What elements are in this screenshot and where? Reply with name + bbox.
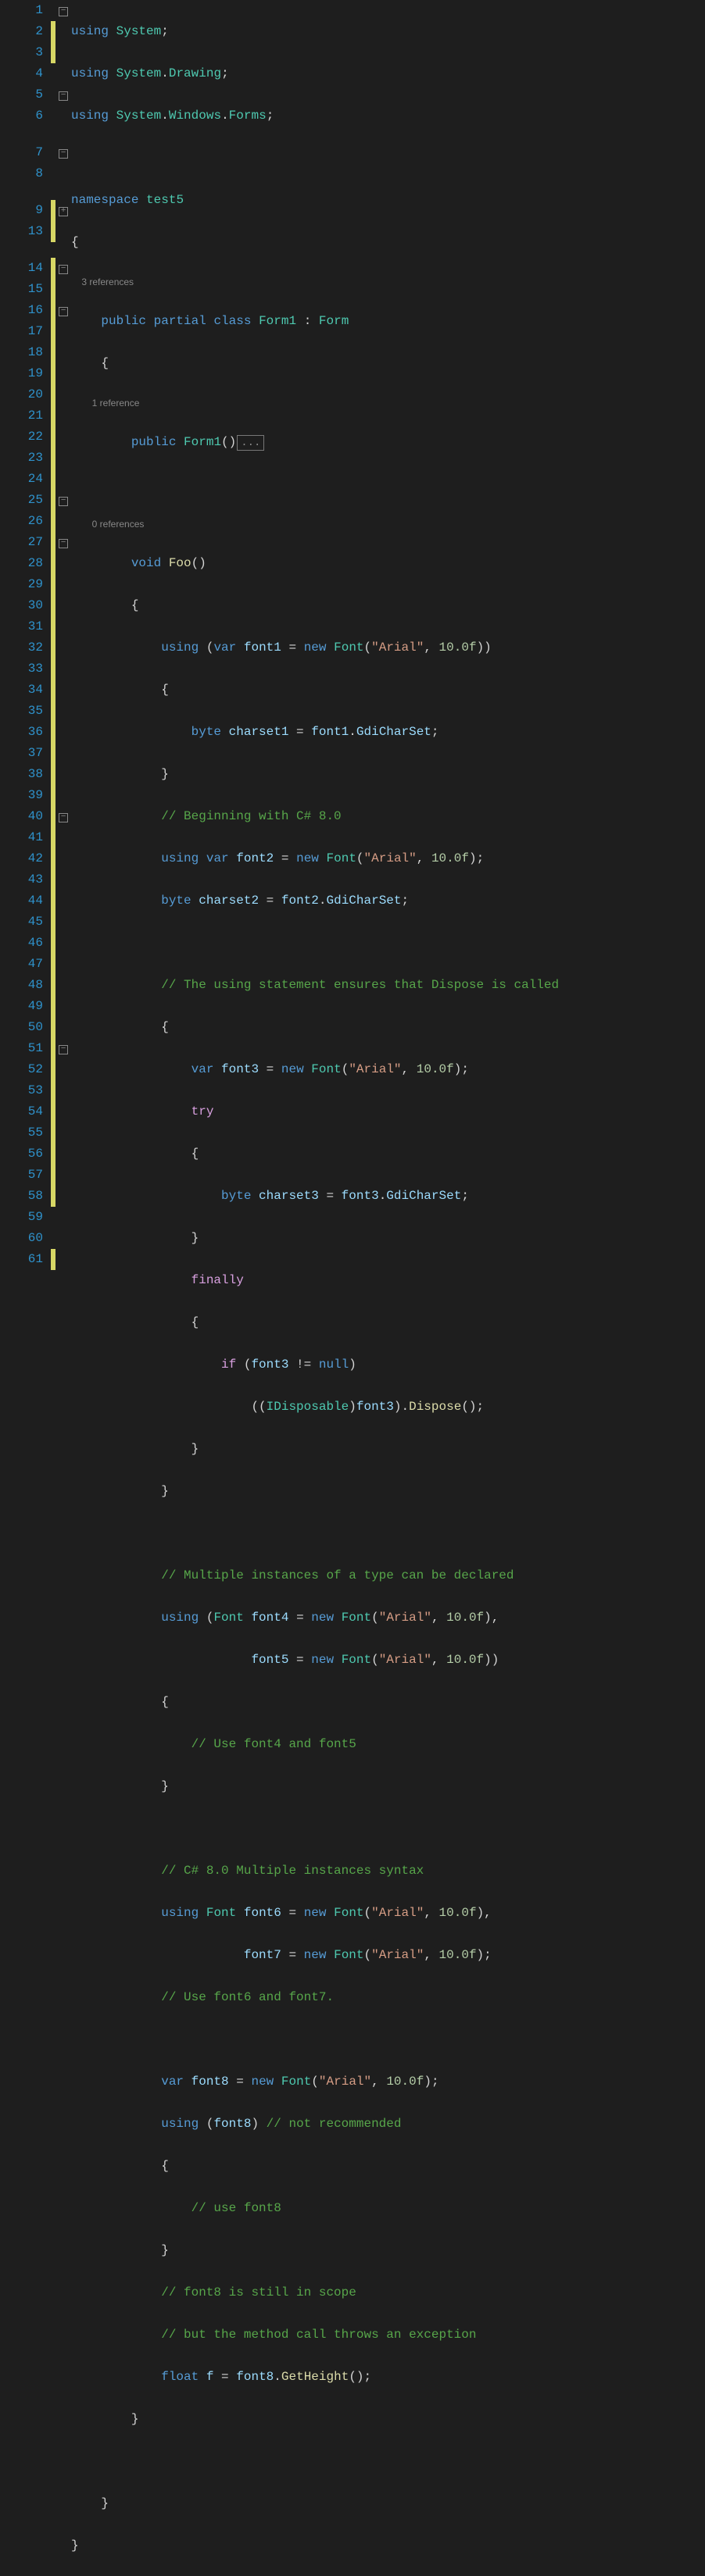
codelens-references[interactable]: 1 reference xyxy=(92,398,140,409)
fold-toggle-icon[interactable]: − xyxy=(59,7,68,16)
collapsed-region-icon[interactable]: ... xyxy=(237,435,264,451)
fold-toggle-icon[interactable]: − xyxy=(59,1045,68,1054)
code-content[interactable]: using System; using System.Drawing; usin… xyxy=(71,0,705,2576)
line-number-gutter: 1 2 3 4 5 6 7 8 9 13 14 15 16 17 18 19 2… xyxy=(0,0,51,2576)
fold-toggle-icon[interactable]: − xyxy=(59,539,68,548)
fold-toggle-icon[interactable]: − xyxy=(59,91,68,101)
fold-toggle-icon[interactable]: − xyxy=(59,813,68,822)
codelens-references[interactable]: 3 references xyxy=(81,277,134,287)
fold-toggle-icon[interactable]: − xyxy=(59,497,68,506)
fold-toggle-icon[interactable]: − xyxy=(59,265,68,274)
code-editor[interactable]: 1 2 3 4 5 6 7 8 9 13 14 15 16 17 18 19 2… xyxy=(0,0,705,2576)
fold-gutter: − − − + − − − − − − xyxy=(55,0,71,2576)
fold-toggle-icon[interactable]: − xyxy=(59,307,68,316)
codelens-references[interactable]: 0 references xyxy=(92,519,145,530)
fold-toggle-icon[interactable]: + xyxy=(59,207,68,216)
fold-toggle-icon[interactable]: − xyxy=(59,149,68,159)
